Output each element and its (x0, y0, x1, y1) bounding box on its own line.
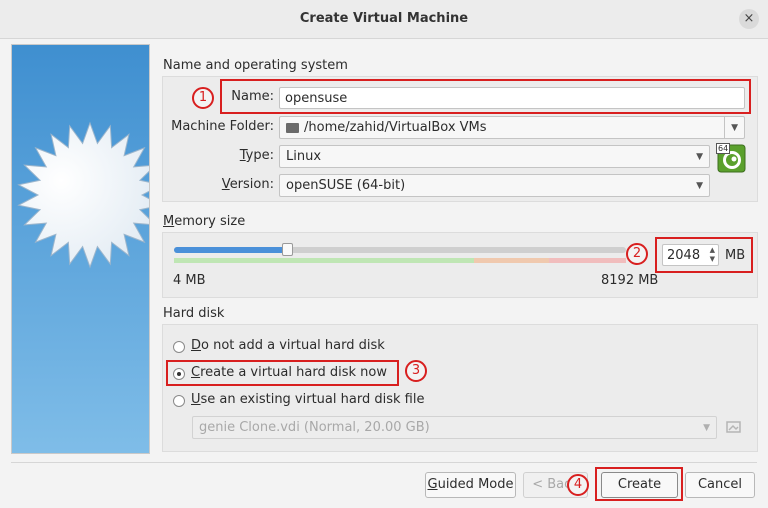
annotation-badge: 3 (405, 360, 427, 382)
radio-existing-hard-disk[interactable]: Use an existing virtual hard disk file (173, 392, 473, 410)
memory-label-text: emory size (174, 214, 246, 229)
memory-slider-handle[interactable] (282, 243, 293, 256)
starburst-logo-icon (12, 45, 149, 453)
chevron-down-icon: ▼ (731, 123, 738, 133)
machine-folder-select[interactable]: /home/zahid/VirtualBox VMs ▼ (279, 116, 745, 139)
folder-icon (286, 123, 299, 133)
radio-no-hard-disk[interactable]: Do not add a virtual hard disk (173, 338, 423, 356)
radio-text: o not add a virtual hard disk (201, 338, 385, 353)
machine-folder-value: /home/zahid/VirtualBox VMs (304, 120, 487, 135)
memory-range-danger (549, 258, 626, 263)
mnemonic: D (191, 338, 202, 353)
version-label-mnemonic: V (221, 177, 230, 192)
memory-label-mnemonic: M (163, 214, 175, 229)
annotation-badge: 1 (192, 87, 214, 109)
annotation-badge: 4 (567, 474, 589, 496)
close-button[interactable]: × (739, 9, 759, 29)
annotation-box-memory (655, 237, 753, 273)
annotation-box-create-button (595, 467, 683, 501)
memory-min-label: 4 MB (173, 273, 206, 288)
annotation-box-name (220, 79, 751, 114)
mnemonic: U (191, 392, 201, 407)
annotation-box-create-disk (166, 360, 399, 386)
memory-slider-fill (174, 247, 287, 253)
window-title: Create Virtual Machine (299, 11, 469, 26)
button-text: uided Mode (437, 477, 514, 492)
type-label: Type: (170, 148, 274, 163)
memory-section-label: Memory size (163, 214, 245, 229)
memory-range-safe (174, 258, 474, 263)
version-select[interactable]: openSUSE (64-bit) ▼ (279, 174, 710, 197)
radio-label: Do not add a virtual hard disk (191, 338, 385, 353)
chevron-down-icon: ▼ (696, 181, 703, 191)
memory-max-label: 8192 MB (601, 273, 659, 288)
version-label: Version: (170, 177, 274, 192)
radio-label: Use an existing virtual hard disk file (191, 392, 424, 407)
radio-button[interactable] (173, 341, 185, 353)
machine-folder-label: Machine Folder: (171, 119, 274, 134)
choose-disk-file-icon[interactable] (725, 418, 743, 436)
combo-divider (724, 117, 725, 138)
hard-disk-section-label: Hard disk (163, 306, 225, 321)
type-label-text: ype: (245, 148, 274, 163)
opensuse-os-icon: 64 (716, 143, 746, 173)
button-separator (11, 462, 757, 463)
os-64bit-badge: 64 (716, 143, 731, 154)
chevron-down-icon: ▼ (703, 423, 710, 433)
type-value: Linux (286, 149, 322, 164)
version-value: openSUSE (64-bit) (286, 178, 406, 193)
existing-disk-value: genie Clone.vdi (Normal, 20.00 GB) (199, 420, 430, 435)
guided-mode-button[interactable]: Guided Mode (425, 472, 516, 498)
memory-range-warning (474, 258, 549, 263)
radio-text: se an existing virtual hard disk file (200, 392, 425, 407)
mnemonic: G (427, 477, 438, 492)
version-label-text: ersion: (229, 177, 274, 192)
radio-button[interactable] (173, 395, 185, 407)
existing-disk-select[interactable]: genie Clone.vdi (Normal, 20.00 GB) ▼ (192, 416, 717, 439)
name-os-section-label: Name and operating system (163, 58, 348, 73)
annotation-badge: 2 (626, 243, 648, 265)
type-select[interactable]: Linux ▼ (279, 145, 710, 168)
wizard-side-image (11, 44, 150, 454)
cancel-button[interactable]: Cancel (685, 472, 755, 498)
close-icon: × (743, 11, 755, 26)
chevron-down-icon: ▼ (696, 152, 703, 162)
memory-slider-track[interactable] (174, 247, 626, 253)
